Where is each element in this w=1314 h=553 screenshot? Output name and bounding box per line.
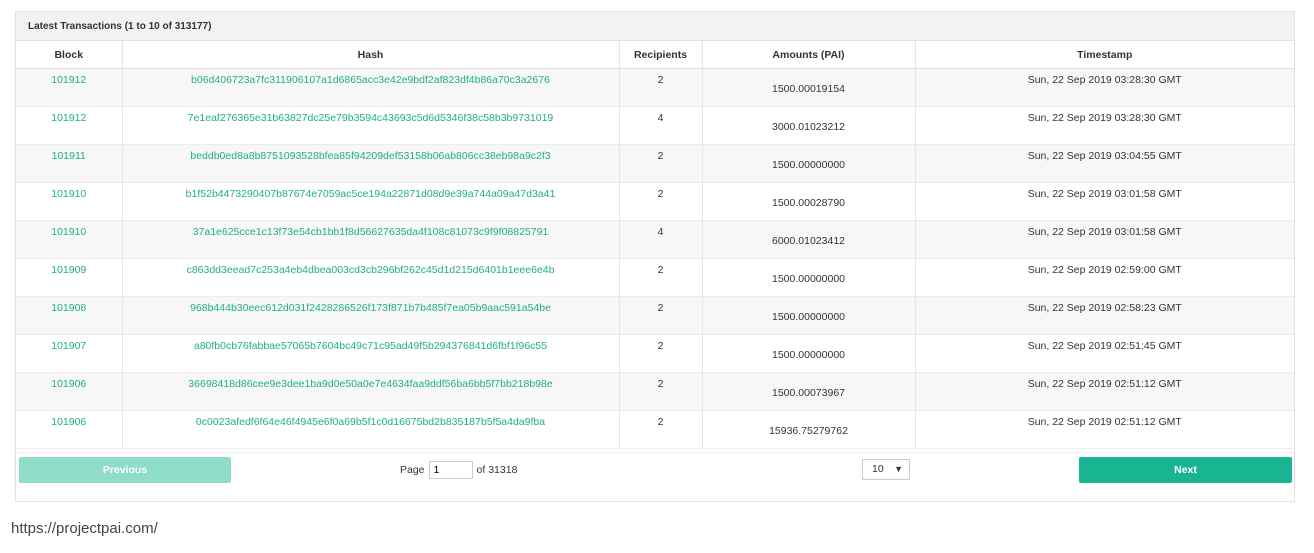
- hash-cell[interactable]: a80fb0cb76fabbae57065b7604bc49c71c95ad49…: [122, 334, 620, 373]
- page-total-label: of 31318: [476, 464, 518, 476]
- block-cell[interactable]: 101906: [16, 410, 123, 449]
- column-header-amounts[interactable]: Amounts (PAI): [702, 41, 916, 69]
- hash-cell[interactable]: 37a1e625cce1c13f73e54cb1bb1f8d56627635da…: [122, 220, 620, 259]
- timestamp-cell: Sun, 22 Sep 2019 02:58:23 GMT: [915, 296, 1294, 335]
- next-button[interactable]: Next: [1079, 457, 1292, 483]
- hash-cell[interactable]: 968b444b30eec612d031f2428286526f173f871b…: [122, 296, 620, 335]
- timestamp-cell: Sun, 22 Sep 2019 03:01:58 GMT: [915, 182, 1294, 221]
- hash-cell[interactable]: b06d406723a7fc311906107a1d6865acc3e42e9b…: [122, 68, 620, 107]
- recipients-cell: 2: [619, 258, 703, 297]
- timestamp-cell: Sun, 22 Sep 2019 02:59:00 GMT: [915, 258, 1294, 297]
- footer-url: https://projectpai.com/: [11, 520, 158, 537]
- page-size-select[interactable]: 10 ▼: [862, 459, 910, 480]
- amount-cell: 3000.01023212: [702, 106, 916, 145]
- block-cell[interactable]: 101906: [16, 372, 123, 411]
- amount-cell: 1500.00019154: [702, 68, 916, 107]
- table-row: 101912 7e1eaf276365e31b63827dc25e79b3594c…: [16, 106, 1294, 145]
- recipients-cell: 2: [619, 410, 703, 449]
- amount-cell: 1500.00000000: [702, 258, 916, 297]
- page-indicator: Page of 31318: [400, 460, 517, 480]
- column-header-recipients[interactable]: Recipients: [619, 41, 703, 69]
- recipients-cell: 2: [619, 144, 703, 183]
- hash-cell[interactable]: beddb0ed8a8b8751093528bfea85f94209def531…: [122, 144, 620, 183]
- panel-title: Latest Transactions (1 to 10 of 313177): [16, 12, 1294, 41]
- table-header-row: Block Hash Recipients Amounts (PAI) Time…: [16, 41, 1294, 69]
- transactions-panel: Latest Transactions (1 to 10 of 313177) …: [15, 11, 1295, 502]
- timestamp-cell: Sun, 22 Sep 2019 03:28:30 GMT: [915, 106, 1294, 145]
- page-number-input[interactable]: [428, 461, 473, 479]
- hash-cell[interactable]: c863dd3eead7c253a4eb4dbea003cd3cb296bf26…: [122, 258, 620, 297]
- table-row: 101906 0c0023afedf6f64e46f4945e6f0a69b5f1…: [16, 410, 1294, 449]
- hash-cell[interactable]: b1f52b4473290407b87674e7059ac5ce194a2287…: [122, 182, 620, 221]
- timestamp-cell: Sun, 22 Sep 2019 03:28:30 GMT: [915, 68, 1294, 107]
- hash-cell[interactable]: 7e1eaf276365e31b63827dc25e79b3594c43693c…: [122, 106, 620, 145]
- page-label: Page: [400, 464, 425, 476]
- pagination-bar: Previous Page of 31318 10 ▼ Next: [16, 454, 1294, 490]
- block-cell[interactable]: 101912: [16, 68, 123, 107]
- block-cell[interactable]: 101910: [16, 220, 123, 259]
- table-row: 101906 36698418d86cee9e3dee1ba9d0e50a0e7e…: [16, 372, 1294, 411]
- table-row: 101910 b1f52b4473290407b87674e7059ac5ce19…: [16, 182, 1294, 221]
- block-cell[interactable]: 101907: [16, 334, 123, 373]
- recipients-cell: 2: [619, 372, 703, 411]
- timestamp-cell: Sun, 22 Sep 2019 03:01:58 GMT: [915, 220, 1294, 259]
- block-cell[interactable]: 101912: [16, 106, 123, 145]
- timestamp-cell: Sun, 22 Sep 2019 02:51:45 GMT: [915, 334, 1294, 373]
- timestamp-cell: Sun, 22 Sep 2019 02:51:12 GMT: [915, 372, 1294, 411]
- column-header-timestamp[interactable]: Timestamp: [915, 41, 1294, 69]
- amount-cell: 1500.00000000: [702, 334, 916, 373]
- timestamp-cell: Sun, 22 Sep 2019 03:04:55 GMT: [915, 144, 1294, 183]
- chevron-down-icon: ▼: [894, 464, 903, 474]
- amount-cell: 1500.00028790: [702, 182, 916, 221]
- table-row: 101911 beddb0ed8a8b8751093528bfea85f94209…: [16, 144, 1294, 183]
- table-row: 101908 968b444b30eec612d031f2428286526f17…: [16, 296, 1294, 335]
- amount-cell: 1500.00073967: [702, 372, 916, 411]
- recipients-cell: 2: [619, 296, 703, 335]
- amount-cell: 1500.00000000: [702, 144, 916, 183]
- amount-cell: 1500.00000000: [702, 296, 916, 335]
- hash-cell[interactable]: 0c0023afedf6f64e46f4945e6f0a69b5f1c0d166…: [122, 410, 620, 449]
- block-cell[interactable]: 101909: [16, 258, 123, 297]
- hash-cell[interactable]: 36698418d86cee9e3dee1ba9d0e50a0e7e4634fa…: [122, 372, 620, 411]
- block-cell[interactable]: 101908: [16, 296, 123, 335]
- block-cell[interactable]: 101911: [16, 144, 123, 183]
- timestamp-cell: Sun, 22 Sep 2019 02:51:12 GMT: [915, 410, 1294, 449]
- page-size-value: 10: [872, 463, 884, 475]
- transactions-table: Block Hash Recipients Amounts (PAI) Time…: [16, 41, 1294, 449]
- table-row: 101910 37a1e625cce1c13f73e54cb1bb1f8d5662…: [16, 220, 1294, 259]
- table-row: 101912 b06d406723a7fc311906107a1d6865acc3…: [16, 68, 1294, 107]
- table-row: 101909 c863dd3eead7c253a4eb4dbea003cd3cb2…: [16, 258, 1294, 297]
- previous-button[interactable]: Previous: [19, 457, 231, 483]
- column-header-hash[interactable]: Hash: [122, 41, 620, 69]
- recipients-cell: 2: [619, 334, 703, 373]
- recipients-cell: 4: [619, 220, 703, 259]
- table-row: 101907 a80fb0cb76fabbae57065b7604bc49c71c…: [16, 334, 1294, 373]
- recipients-cell: 2: [619, 68, 703, 107]
- amount-cell: 15936.75279762: [702, 410, 916, 449]
- block-cell[interactable]: 101910: [16, 182, 123, 221]
- recipients-cell: 4: [619, 106, 703, 145]
- column-header-block[interactable]: Block: [16, 41, 123, 69]
- amount-cell: 6000.01023412: [702, 220, 916, 259]
- recipients-cell: 2: [619, 182, 703, 221]
